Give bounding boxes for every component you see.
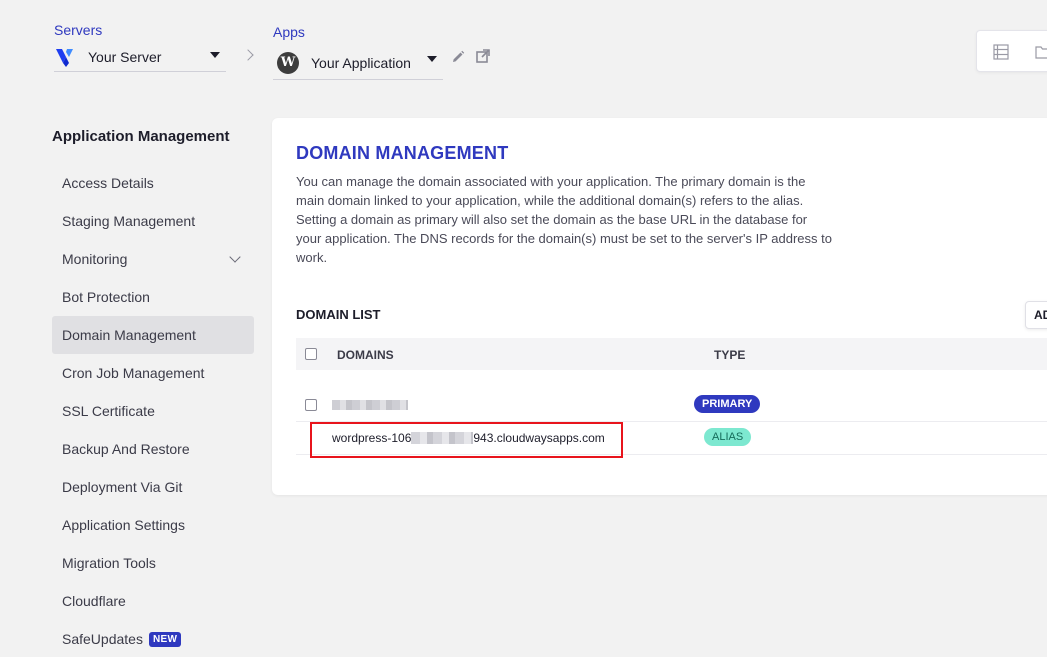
- sidebar-item-backup-and-restore[interactable]: Backup And Restore: [52, 430, 254, 468]
- top-bar: Servers Your Server Apps W Your Applicat…: [0, 0, 1047, 100]
- sidebar-item-staging-management[interactable]: Staging Management: [52, 202, 254, 240]
- sidebar-item-bot-protection[interactable]: Bot Protection: [52, 278, 254, 316]
- sidebar-item-access-details[interactable]: Access Details: [52, 164, 254, 202]
- sidebar-item-monitoring[interactable]: Monitoring: [52, 240, 254, 278]
- page-description: You can manage the domain associated wit…: [296, 174, 832, 265]
- server-name: Your Server: [88, 48, 162, 65]
- edit-icon[interactable]: [451, 50, 465, 64]
- servers-label: Servers: [54, 22, 103, 38]
- server-selector: Servers Your Server: [54, 22, 226, 72]
- sidebar-item-label: Cron Job Management: [62, 365, 205, 381]
- sidebar-item-label: Monitoring: [62, 251, 128, 267]
- sidebar-item-label: Domain Management: [62, 327, 196, 343]
- table-header: DOMAINS TYPE: [296, 338, 1047, 370]
- sidebar-item-domain-management[interactable]: Domain Management: [52, 316, 254, 354]
- app-name: Your Application: [311, 54, 411, 71]
- sidebar-item-label: Access Details: [62, 175, 154, 191]
- page-title: DOMAIN MANAGEMENT: [296, 143, 509, 163]
- server-dropdown-caret-icon: [210, 52, 220, 58]
- sidebar-item-label: Bot Protection: [62, 289, 150, 305]
- app-selector: Apps W Your Application: [273, 24, 443, 80]
- folder-icon[interactable]: [1035, 44, 1047, 60]
- external-link-icon[interactable]: [476, 49, 490, 63]
- server-dropdown[interactable]: Your Server: [54, 42, 226, 72]
- chevron-down-icon[interactable]: [229, 251, 241, 263]
- domain-list-title: DOMAIN LIST: [296, 307, 381, 322]
- primary-domain-redacted: [332, 400, 408, 410]
- sidebar-item-ssl-certificate[interactable]: SSL Certificate: [52, 392, 254, 430]
- sidebar-item-deployment-via-git[interactable]: Deployment Via Git: [52, 468, 254, 506]
- sidebar: Application Management Access Details St…: [52, 128, 254, 657]
- sidebar-item-application-settings[interactable]: Application Settings: [52, 506, 254, 544]
- add-domain-button[interactable]: AD: [1025, 301, 1047, 329]
- domain-management-card: DOMAIN MANAGEMENT You can manage the dom…: [272, 118, 1047, 495]
- sidebar-item-label: SafeUpdates: [62, 631, 143, 647]
- app-dropdown[interactable]: W Your Application: [273, 46, 443, 80]
- vultr-logo-icon: [56, 48, 73, 67]
- app-dropdown-caret-icon: [427, 56, 437, 62]
- sidebar-item-cron-job-management[interactable]: Cron Job Management: [52, 354, 254, 392]
- sidebar-item-migration-tools[interactable]: Migration Tools: [52, 544, 254, 582]
- sidebar-item-cloudflare[interactable]: Cloudflare: [52, 582, 254, 620]
- chevron-right-icon: [242, 49, 254, 61]
- column-header-type: TYPE: [714, 348, 746, 362]
- wordpress-logo-icon: W: [277, 51, 299, 74]
- sidebar-item-safeupdates[interactable]: SafeUpdates NEW: [52, 620, 254, 657]
- alias-badge: ALIAS: [704, 428, 752, 446]
- view-toggle-box: [976, 30, 1047, 72]
- sidebar-item-label: Cloudflare: [62, 593, 126, 609]
- sidebar-item-label: Application Settings: [62, 517, 185, 533]
- sidebar-item-label: Backup And Restore: [62, 441, 190, 457]
- apps-label: Apps: [273, 24, 305, 40]
- row-checkbox[interactable]: [305, 399, 317, 411]
- new-badge: NEW: [148, 631, 182, 647]
- sidebar-title: Application Management: [52, 128, 230, 145]
- sidebar-item-label: Staging Management: [62, 213, 196, 229]
- primary-badge: PRIMARY: [694, 395, 761, 413]
- sidebar-list: Access Details Staging Management Monito…: [52, 164, 254, 657]
- sidebar-item-label: SSL Certificate: [62, 403, 155, 419]
- list-icon[interactable]: [993, 44, 1009, 60]
- select-all-checkbox[interactable]: [305, 348, 317, 360]
- column-header-domains: DOMAINS: [337, 348, 394, 362]
- sidebar-item-label: Migration Tools: [62, 555, 156, 571]
- highlight-annotation: [310, 422, 623, 458]
- sidebar-item-label: Deployment Via Git: [62, 479, 183, 495]
